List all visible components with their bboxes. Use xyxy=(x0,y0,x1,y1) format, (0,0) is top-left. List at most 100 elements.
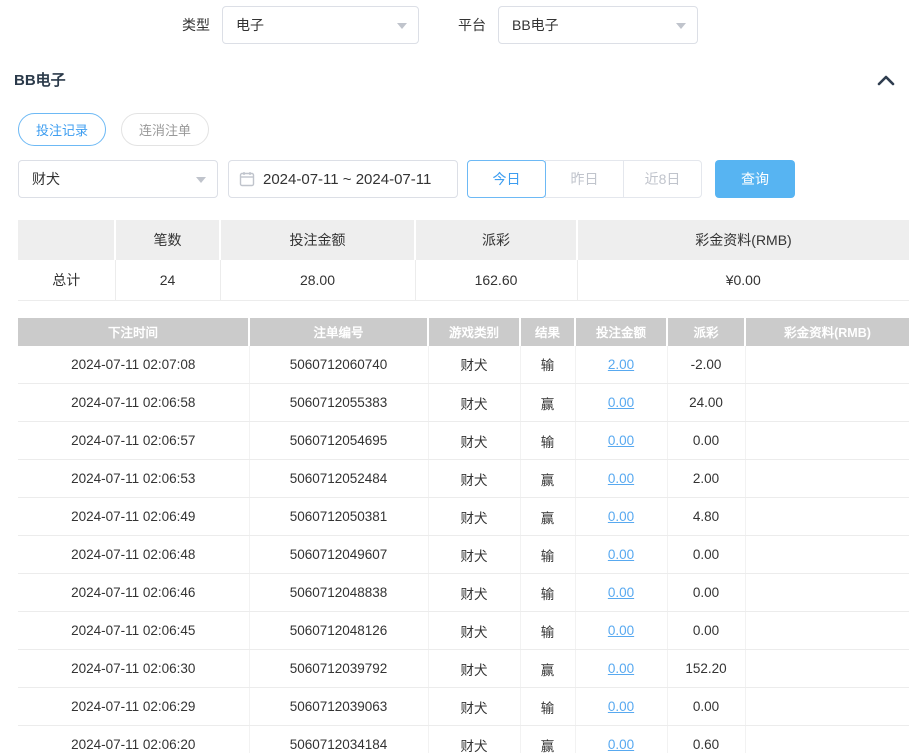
calendar-icon xyxy=(239,171,255,187)
bet-amount-link[interactable]: 2.00 xyxy=(608,357,634,372)
yesterday-button[interactable]: 昨日 xyxy=(545,160,624,198)
bet-amount-link[interactable]: 0.00 xyxy=(608,471,634,486)
bet-amount-link[interactable]: 0.00 xyxy=(608,699,634,714)
chevron-down-icon xyxy=(676,23,686,29)
platform-select[interactable]: BB电子 xyxy=(498,6,698,44)
cell-payout: 0.00 xyxy=(667,688,745,726)
cell-bonus xyxy=(745,612,909,650)
cell-result: 赢 xyxy=(520,384,575,422)
game-select[interactable]: 财犬 xyxy=(18,160,218,198)
records-header-order-no: 注单编号 xyxy=(249,318,428,346)
cell-bet: 0.00 xyxy=(575,460,667,498)
cell-order-no: 5060712055383 xyxy=(249,384,428,422)
table-row: 2024-07-11 02:06:48 5060712049607 财犬 输 0… xyxy=(18,536,909,574)
bet-amount-link[interactable]: 0.00 xyxy=(608,395,634,410)
cell-game: 财犬 xyxy=(428,536,520,574)
summary-total-bet-amount: 28.00 xyxy=(220,260,415,300)
cell-time: 2024-07-11 02:06:30 xyxy=(18,650,249,688)
cell-bet: 0.00 xyxy=(575,536,667,574)
cell-time: 2024-07-11 02:07:08 xyxy=(18,346,249,384)
records-header-payout: 派彩 xyxy=(667,318,745,346)
cell-time: 2024-07-11 02:06:20 xyxy=(18,726,249,753)
cell-result: 赢 xyxy=(520,460,575,498)
cell-time: 2024-07-11 02:06:29 xyxy=(18,688,249,726)
cell-order-no: 5060712048126 xyxy=(249,612,428,650)
bet-amount-link[interactable]: 0.00 xyxy=(608,433,634,448)
filter-row: 财犬 2024-07-11 ~ 2024-07-11 今日 昨日 近8日 查询 xyxy=(18,160,909,198)
quick-date-button-group: 今日 昨日 近8日 xyxy=(467,160,702,198)
summary-total-count: 24 xyxy=(115,260,220,300)
cell-payout: 0.00 xyxy=(667,422,745,460)
cell-game: 财犬 xyxy=(428,460,520,498)
bet-amount-link[interactable]: 0.00 xyxy=(608,585,634,600)
cell-time: 2024-07-11 02:06:45 xyxy=(18,612,249,650)
records-header-bonus: 彩金资料(RMB) xyxy=(745,318,909,346)
cell-bonus xyxy=(745,346,909,384)
table-row: 2024-07-11 02:06:20 5060712034184 财犬 赢 0… xyxy=(18,726,909,753)
date-range-picker[interactable]: 2024-07-11 ~ 2024-07-11 xyxy=(228,160,458,198)
cell-bet: 2.00 xyxy=(575,346,667,384)
cell-order-no: 5060712050381 xyxy=(249,498,428,536)
chevron-up-icon[interactable] xyxy=(877,73,895,87)
table-row: 2024-07-11 02:06:46 5060712048838 财犬 输 0… xyxy=(18,574,909,612)
cell-bet: 0.00 xyxy=(575,422,667,460)
cell-order-no: 5060712039792 xyxy=(249,650,428,688)
cell-payout: 24.00 xyxy=(667,384,745,422)
records-table: 下注时间 注单编号 游戏类别 结果 投注金额 派彩 彩金资料(RMB) 2024… xyxy=(18,318,909,753)
table-row: 2024-07-11 02:06:30 5060712039792 财犬 赢 0… xyxy=(18,650,909,688)
cell-payout: 0.60 xyxy=(667,726,745,753)
cell-bonus xyxy=(745,422,909,460)
query-button[interactable]: 查询 xyxy=(715,160,795,198)
bet-amount-link[interactable]: 0.00 xyxy=(608,509,634,524)
cell-payout: 0.00 xyxy=(667,612,745,650)
table-row: 2024-07-11 02:06:57 5060712054695 财犬 输 0… xyxy=(18,422,909,460)
cell-result: 输 xyxy=(520,612,575,650)
cell-time: 2024-07-11 02:06:53 xyxy=(18,460,249,498)
cell-bet: 0.00 xyxy=(575,650,667,688)
records-header-result: 结果 xyxy=(520,318,575,346)
cell-order-no: 5060712049607 xyxy=(249,536,428,574)
summary-total-payout: 162.60 xyxy=(415,260,577,300)
section-header: BB电子 xyxy=(14,69,895,90)
game-select-value: 财犬 xyxy=(32,169,60,189)
cell-bonus xyxy=(745,384,909,422)
cell-result: 输 xyxy=(520,688,575,726)
table-row: 2024-07-11 02:06:58 5060712055383 财犬 赢 0… xyxy=(18,384,909,422)
section-title: BB电子 xyxy=(14,69,66,90)
cell-payout: 0.00 xyxy=(667,574,745,612)
cell-game: 财犬 xyxy=(428,346,520,384)
type-select[interactable]: 电子 xyxy=(222,6,419,44)
cell-bonus xyxy=(745,498,909,536)
last-8-days-button[interactable]: 近8日 xyxy=(623,160,702,198)
cell-game: 财犬 xyxy=(428,650,520,688)
cell-result: 赢 xyxy=(520,726,575,753)
type-select-value: 电子 xyxy=(236,15,264,35)
cell-game: 财犬 xyxy=(428,688,520,726)
cell-order-no: 5060712052484 xyxy=(249,460,428,498)
cell-game: 财犬 xyxy=(428,726,520,753)
summary-header-payout: 派彩 xyxy=(415,220,577,260)
chevron-down-icon xyxy=(397,23,407,29)
cell-order-no: 5060712039063 xyxy=(249,688,428,726)
cell-game: 财犬 xyxy=(428,422,520,460)
cell-time: 2024-07-11 02:06:57 xyxy=(18,422,249,460)
cell-game: 财犬 xyxy=(428,574,520,612)
tab-cancelled-orders[interactable]: 连消注单 xyxy=(121,113,209,146)
platform-label: 平台 xyxy=(458,15,486,35)
summary-total-row: 总计 24 28.00 162.60 ¥0.00 xyxy=(18,260,909,300)
bet-amount-link[interactable]: 0.00 xyxy=(608,623,634,638)
tab-bet-records[interactable]: 投注记录 xyxy=(18,113,106,146)
cell-bonus xyxy=(745,726,909,753)
records-tbody: 2024-07-11 02:07:08 5060712060740 财犬 输 2… xyxy=(18,346,909,753)
bet-amount-link[interactable]: 0.00 xyxy=(608,737,634,752)
date-range-value: 2024-07-11 ~ 2024-07-11 xyxy=(263,171,431,188)
records-header-time: 下注时间 xyxy=(18,318,249,346)
bet-amount-link[interactable]: 0.00 xyxy=(608,547,634,562)
cell-result: 输 xyxy=(520,422,575,460)
cell-time: 2024-07-11 02:06:46 xyxy=(18,574,249,612)
cell-order-no: 5060712048838 xyxy=(249,574,428,612)
today-button[interactable]: 今日 xyxy=(467,160,546,198)
cell-result: 输 xyxy=(520,346,575,384)
summary-header-bet-amount: 投注金额 xyxy=(220,220,415,260)
bet-amount-link[interactable]: 0.00 xyxy=(608,661,634,676)
